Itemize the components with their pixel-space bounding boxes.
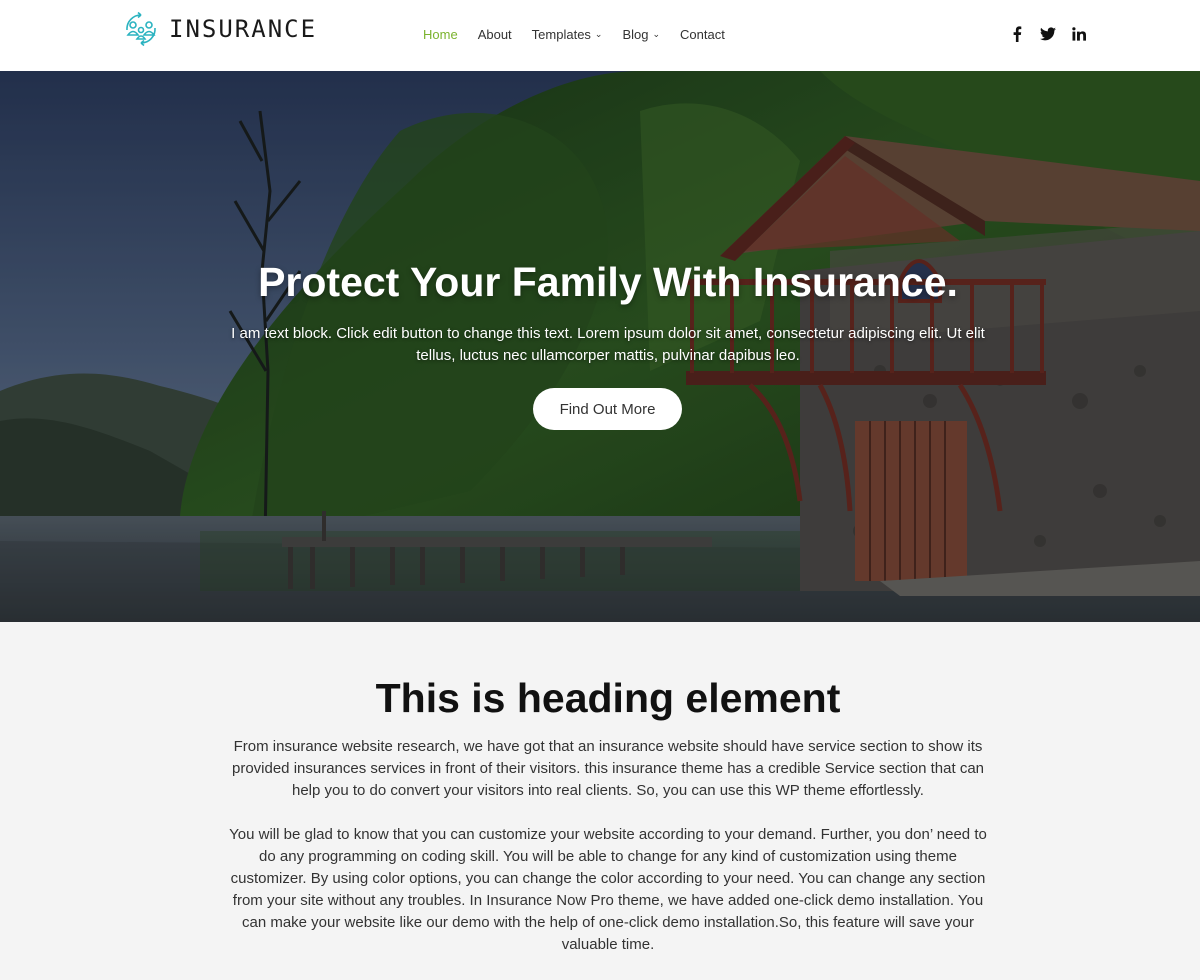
hero-section: Protect Your Family With Insurance. I am… bbox=[0, 71, 1200, 622]
find-out-more-button[interactable]: Find Out More bbox=[533, 388, 682, 430]
linkedin-icon[interactable] bbox=[1070, 25, 1088, 43]
hero-text: I am text block. Click edit button to ch… bbox=[231, 325, 985, 364]
content-paragraph: You will be glad to know that you can cu… bbox=[229, 826, 987, 953]
chevron-down-icon: ⌄ bbox=[652, 29, 661, 39]
site-header: INSURANCE Home About Templates ⌄ Blog ⌄ … bbox=[0, 0, 1200, 71]
site-logo[interactable]: INSURANCE bbox=[122, 10, 317, 48]
nav-item-templates[interactable]: Templates ⌄ bbox=[532, 27, 603, 42]
nav-item-contact[interactable]: Contact bbox=[680, 27, 725, 42]
content-paragraph: From insurance website research, we have… bbox=[231, 738, 985, 799]
facebook-icon[interactable] bbox=[1008, 25, 1026, 43]
twitter-icon[interactable] bbox=[1039, 25, 1057, 43]
nav-item-blog[interactable]: Blog ⌄ bbox=[622, 27, 660, 42]
logo-text: INSURANCE bbox=[169, 15, 318, 43]
nav-item-label: Blog bbox=[622, 27, 649, 42]
hero-content: Protect Your Family With Insurance. I am… bbox=[0, 71, 1200, 622]
nav-item-label: Contact bbox=[680, 27, 725, 42]
nav-item-label: About bbox=[477, 27, 512, 42]
hero-title: Protect Your Family With Insurance. bbox=[258, 259, 958, 305]
main-nav: Home About Templates ⌄ Blog ⌄ Contact bbox=[423, 27, 745, 42]
nav-item-label: Home bbox=[423, 27, 458, 42]
nav-item-home[interactable]: Home bbox=[423, 27, 458, 42]
nav-item-label: Templates bbox=[531, 27, 591, 42]
nav-item-about[interactable]: About bbox=[478, 27, 512, 42]
family-logo-icon bbox=[126, 11, 156, 47]
section-heading: This is heading element bbox=[375, 675, 841, 721]
chevron-down-icon: ⌄ bbox=[594, 29, 603, 39]
social-links bbox=[995, 25, 1088, 43]
content-section: This is heading element From insurance w… bbox=[0, 622, 1200, 980]
